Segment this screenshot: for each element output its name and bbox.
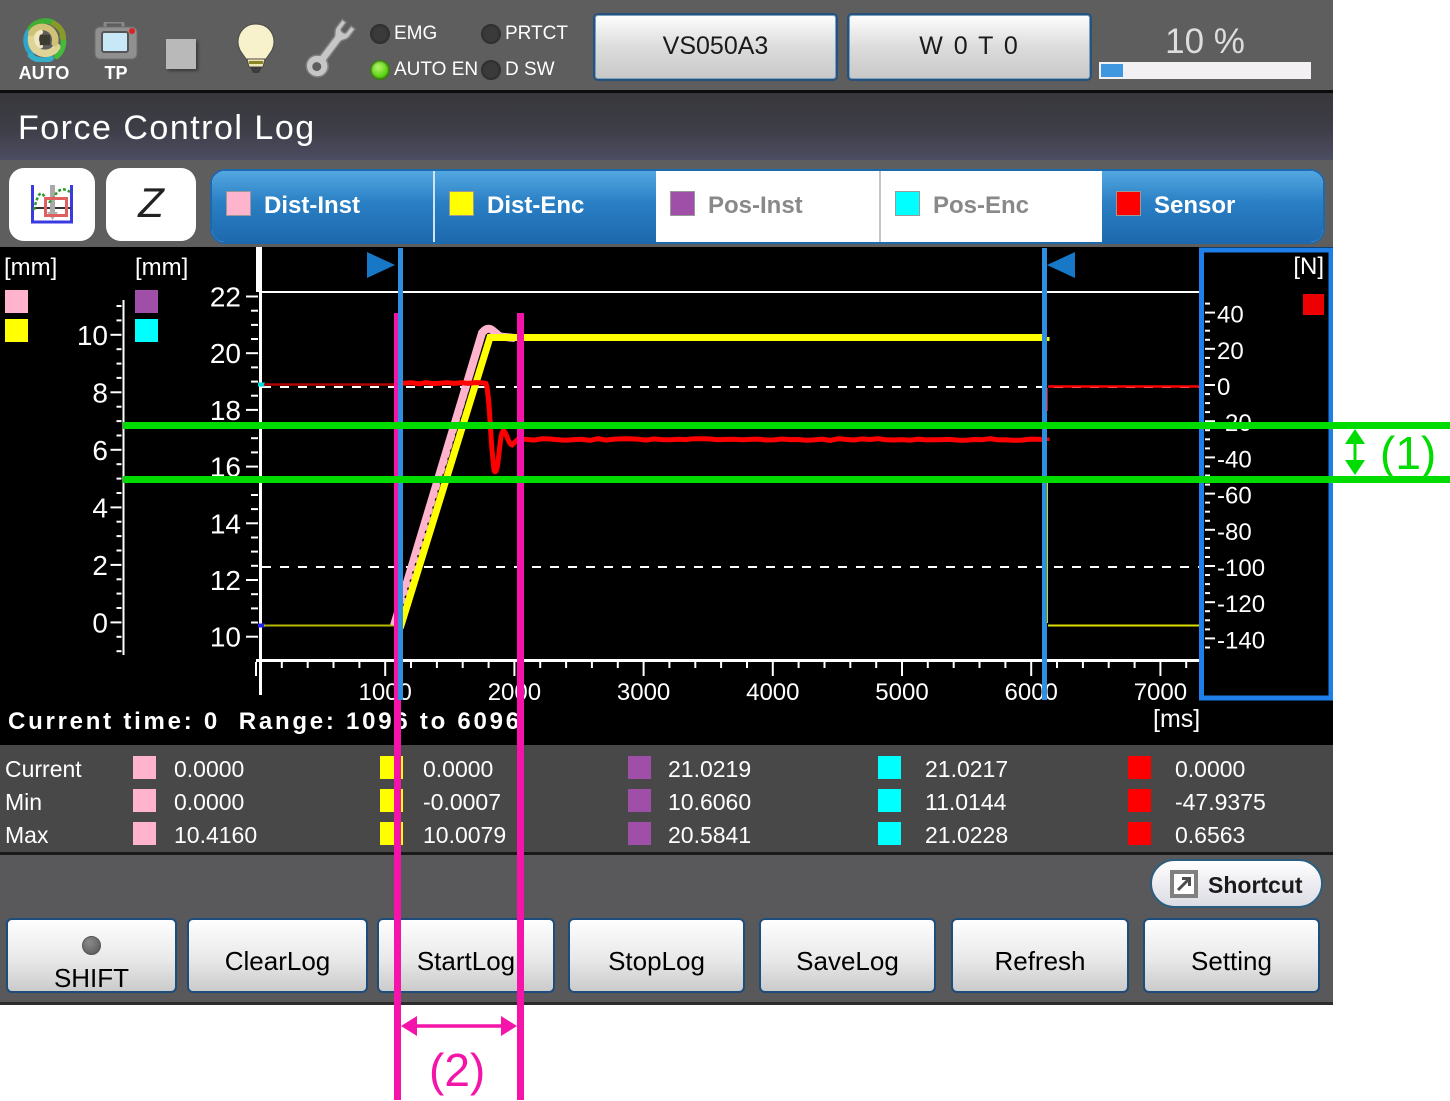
svg-text:-120: -120 <box>1217 591 1265 618</box>
svg-text:7000: 7000 <box>1134 679 1187 706</box>
svg-text:-140: -140 <box>1217 627 1265 654</box>
svg-text:14: 14 <box>210 508 241 539</box>
svg-text:1000: 1000 <box>359 679 412 706</box>
svg-text:20: 20 <box>210 338 241 369</box>
svg-text:[N]: [N] <box>1293 253 1324 280</box>
svg-text:-40: -40 <box>1217 446 1252 473</box>
svg-text:3000: 3000 <box>617 679 670 706</box>
svg-text:0: 0 <box>1217 374 1230 401</box>
svg-text:2000: 2000 <box>488 679 541 706</box>
svg-text:-80: -80 <box>1217 519 1252 546</box>
svg-text:5000: 5000 <box>875 679 928 706</box>
svg-text:20: 20 <box>1217 338 1244 365</box>
svg-text:6: 6 <box>92 435 108 466</box>
svg-text:10: 10 <box>77 320 108 351</box>
svg-text:12: 12 <box>210 565 241 596</box>
svg-text:-60: -60 <box>1217 483 1252 510</box>
svg-text:8: 8 <box>92 377 108 408</box>
svg-text:6000: 6000 <box>1005 679 1058 706</box>
svg-text:2: 2 <box>92 550 108 581</box>
svg-text:0: 0 <box>92 607 108 638</box>
svg-text:10: 10 <box>210 622 241 653</box>
svg-text:-100: -100 <box>1217 555 1265 582</box>
svg-text:22: 22 <box>210 282 241 313</box>
svg-text:40: 40 <box>1217 302 1244 329</box>
svg-text:4000: 4000 <box>746 679 799 706</box>
svg-text:4: 4 <box>92 492 108 523</box>
